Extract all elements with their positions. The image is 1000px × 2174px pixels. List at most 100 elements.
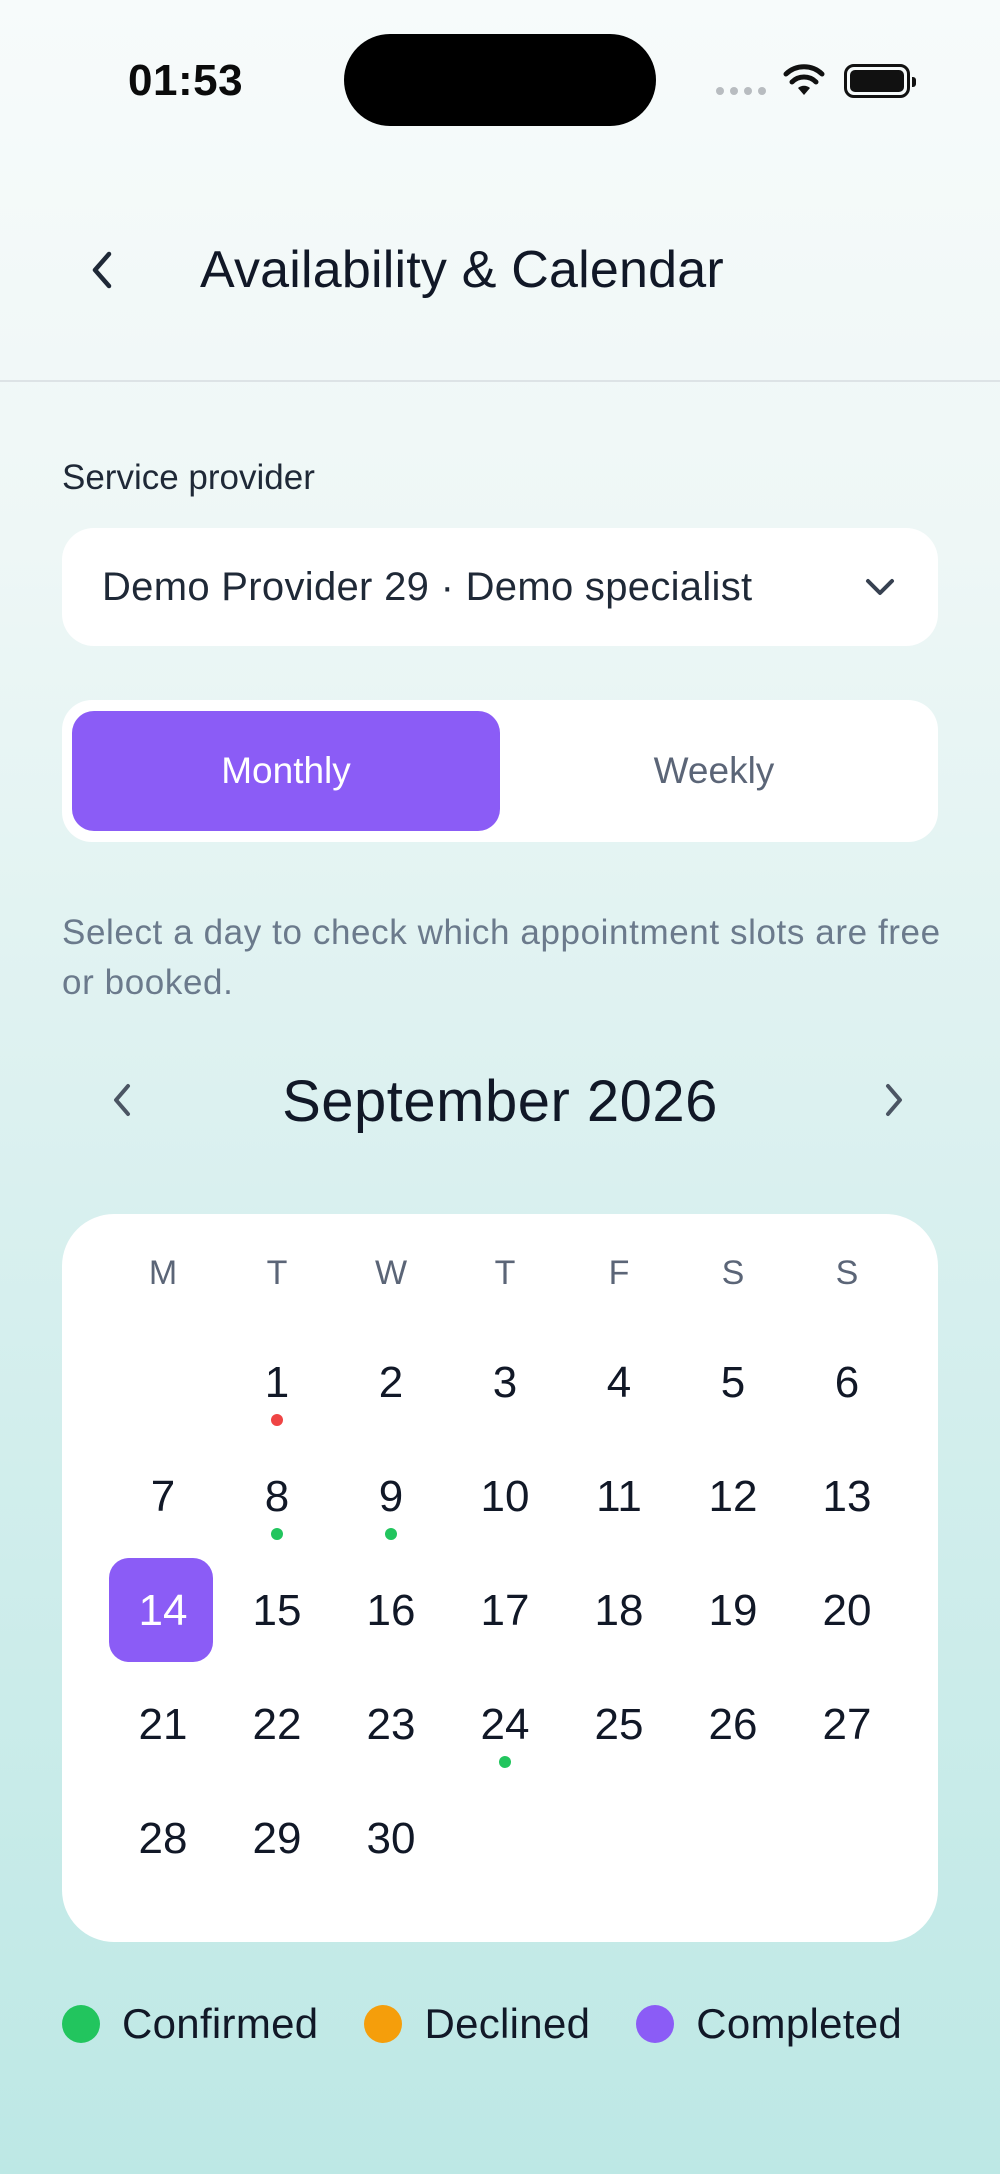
calendar-day[interactable]: 11 bbox=[562, 1440, 676, 1554]
calendar-day[interactable]: 28 bbox=[106, 1782, 220, 1896]
weekday-header: MTWTFSS bbox=[106, 1254, 894, 1314]
calendar-day-number: 25 bbox=[594, 1700, 644, 1749]
calendar-day-number: 12 bbox=[708, 1472, 758, 1521]
view-toggle: Monthly Weekly bbox=[62, 700, 938, 842]
calendar-day[interactable]: 29 bbox=[220, 1782, 334, 1896]
calendar-day-number: 26 bbox=[708, 1700, 758, 1749]
calendar-day[interactable]: 7 bbox=[106, 1440, 220, 1554]
legend-item: Completed bbox=[636, 2000, 902, 2048]
provider-select[interactable]: Demo Provider 29 · Demo specialist bbox=[62, 528, 938, 646]
legend-item: Declined bbox=[364, 2000, 590, 2048]
calendar-day-number: 6 bbox=[834, 1358, 860, 1407]
calendar-day[interactable]: 25 bbox=[562, 1668, 676, 1782]
calendar-day[interactable]: 17 bbox=[448, 1554, 562, 1668]
calendar-day-number: 5 bbox=[720, 1358, 746, 1407]
calendar-days: 1 2 3 4 5 6 7 8 9 10 11 12 13 14 15 16 17 18 19 20 21 22 23 24 2… bbox=[106, 1326, 894, 1896]
page-title: Availability & Calendar bbox=[200, 241, 724, 299]
calendar-day[interactable]: 8 bbox=[220, 1440, 334, 1554]
legend-swatch bbox=[636, 2005, 675, 2043]
calendar-day-number: 28 bbox=[138, 1814, 188, 1863]
calendar-day-number: 24 bbox=[480, 1700, 530, 1749]
next-month-button[interactable] bbox=[864, 1070, 924, 1130]
calendar-day-number: 17 bbox=[480, 1586, 530, 1635]
calendar-day[interactable]: 2 bbox=[334, 1326, 448, 1440]
calendar-day-number: 30 bbox=[366, 1814, 416, 1863]
calendar-day-number: 29 bbox=[252, 1814, 302, 1863]
weekday-label: F bbox=[608, 1254, 630, 1292]
calendar-day[interactable]: 19 bbox=[676, 1554, 790, 1668]
cellular-signal-icon bbox=[716, 87, 766, 95]
calendar-day[interactable]: 30 bbox=[334, 1782, 448, 1896]
tab-weekly[interactable]: Weekly bbox=[500, 711, 928, 831]
calendar-day-number: 27 bbox=[822, 1700, 872, 1749]
legend-item: Confirmed bbox=[62, 2000, 318, 2048]
weekday-label: S bbox=[835, 1254, 859, 1292]
calendar-day[interactable]: 21 bbox=[106, 1668, 220, 1782]
legend-swatch bbox=[364, 2005, 403, 2043]
calendar-day[interactable]: 12 bbox=[676, 1440, 790, 1554]
back-button[interactable] bbox=[72, 240, 132, 300]
calendar-day[interactable]: 15 bbox=[220, 1554, 334, 1668]
legend-label: Completed bbox=[696, 2000, 903, 2047]
appointment-status-dot bbox=[499, 1756, 511, 1768]
appointment-status-dot bbox=[385, 1528, 397, 1540]
calendar-day[interactable]: 6 bbox=[790, 1326, 904, 1440]
legend-label: Confirmed bbox=[122, 2000, 319, 2047]
calendar-day-number: 1 bbox=[264, 1358, 290, 1407]
calendar-day-number: 20 bbox=[822, 1586, 872, 1635]
calendar-day-number: 22 bbox=[252, 1700, 302, 1749]
calendar-day-number: 14 bbox=[138, 1586, 188, 1635]
calendar-day-number: 4 bbox=[606, 1358, 632, 1407]
calendar-day-number: 15 bbox=[252, 1586, 302, 1635]
calendar-day-number: 3 bbox=[492, 1358, 518, 1407]
calendar-day-number: 19 bbox=[708, 1586, 758, 1635]
weekday-label: T bbox=[494, 1254, 516, 1292]
calendar-day-selected[interactable]: 14 bbox=[106, 1554, 220, 1668]
chevron-down-icon bbox=[866, 579, 894, 595]
weekday-label: M bbox=[148, 1254, 178, 1292]
chevron-left-icon bbox=[92, 251, 112, 289]
chevron-right-icon bbox=[886, 1084, 902, 1116]
calendar-empty-cell bbox=[106, 1326, 220, 1440]
calendar-day-number: 11 bbox=[596, 1472, 642, 1521]
calendar-day[interactable]: 3 bbox=[448, 1326, 562, 1440]
calendar-day-number: 13 bbox=[822, 1472, 872, 1521]
calendar-day[interactable]: 27 bbox=[790, 1668, 904, 1782]
tab-monthly[interactable]: Monthly bbox=[72, 711, 500, 831]
header: Availability & Calendar bbox=[0, 200, 1000, 340]
provider-select-value: Demo Provider 29 · Demo specialist bbox=[102, 564, 753, 609]
wifi-icon bbox=[782, 62, 826, 103]
status-time: 01:53 bbox=[128, 56, 244, 105]
calendar-day[interactable]: 4 bbox=[562, 1326, 676, 1440]
calendar-day-number: 9 bbox=[378, 1472, 404, 1521]
calendar-day[interactable]: 9 bbox=[334, 1440, 448, 1554]
calendar-day-number: 7 bbox=[150, 1472, 176, 1521]
dynamic-island bbox=[344, 34, 656, 126]
calendar-hint: Select a day to check which appointment … bbox=[62, 913, 941, 1002]
calendar-day[interactable]: 16 bbox=[334, 1554, 448, 1668]
calendar-day[interactable]: 26 bbox=[676, 1668, 790, 1782]
calendar-day[interactable]: 20 bbox=[790, 1554, 904, 1668]
calendar-day[interactable]: 23 bbox=[334, 1668, 448, 1782]
calendar-day-number: 18 bbox=[594, 1586, 644, 1635]
calendar-day[interactable]: 13 bbox=[790, 1440, 904, 1554]
header-divider bbox=[0, 380, 1000, 382]
calendar-day-number: 10 bbox=[480, 1472, 530, 1521]
status-legend: Confirmed Declined Completed bbox=[62, 2000, 962, 2048]
calendar-day[interactable]: 22 bbox=[220, 1668, 334, 1782]
calendar-day[interactable]: 1 bbox=[220, 1326, 334, 1440]
calendar-day[interactable]: 5 bbox=[676, 1326, 790, 1440]
month-title: September 2026 bbox=[282, 1069, 718, 1134]
provider-label: Service provider bbox=[62, 458, 315, 497]
weekday-label: S bbox=[721, 1254, 745, 1292]
calendar-day[interactable]: 10 bbox=[448, 1440, 562, 1554]
legend-swatch bbox=[62, 2005, 100, 2043]
calendar-day-number: 2 bbox=[378, 1358, 404, 1407]
calendar-day-number: 8 bbox=[264, 1472, 290, 1521]
calendar-day-number: 23 bbox=[366, 1700, 416, 1749]
calendar-day[interactable]: 24 bbox=[448, 1668, 562, 1782]
calendar-day[interactable]: 18 bbox=[562, 1554, 676, 1668]
calendar-grid: MTWTFSS 1 2 3 4 5 6 7 8 9 10 11 12 13 14 15 16 17 18 19 20 2… bbox=[62, 1214, 938, 1942]
battery-icon bbox=[844, 64, 916, 98]
month-navigation: September 2026 bbox=[62, 1060, 938, 1140]
